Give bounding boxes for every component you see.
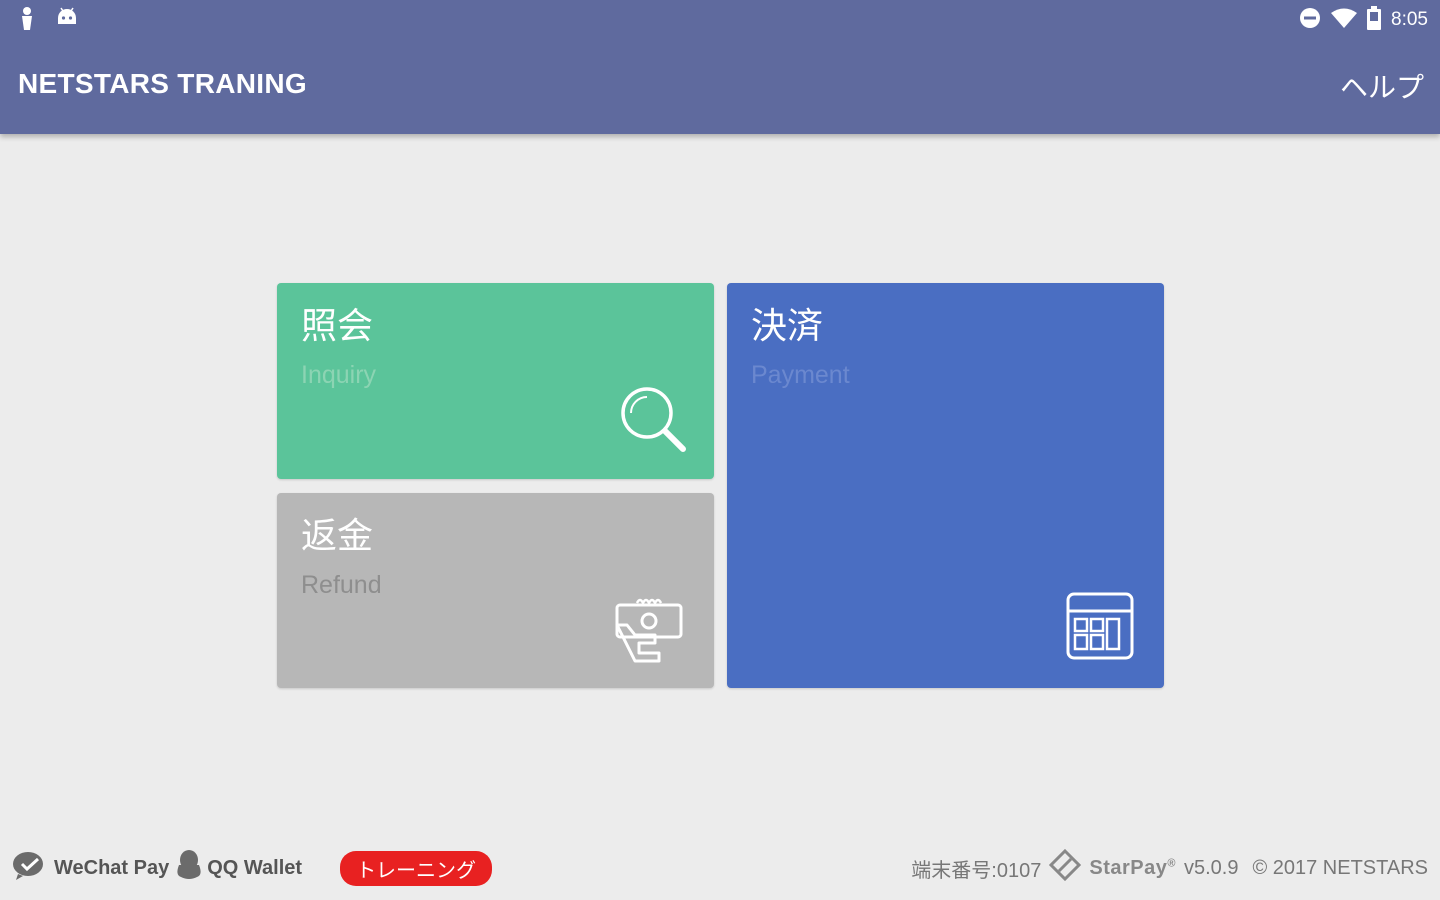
refund-subtitle: Refund xyxy=(301,571,382,599)
wechat-icon xyxy=(12,850,48,886)
payment-title: 決済 xyxy=(751,306,824,347)
wechat-label: WeChat Pay xyxy=(54,856,170,879)
payment-subtitle: Payment xyxy=(751,361,850,389)
inquiry-tile[interactable]: 照会 Inquiry xyxy=(277,283,714,479)
status-bar: 8:05 xyxy=(0,0,1440,38)
calculator-icon xyxy=(1065,591,1135,665)
version-label: v5.0.9 xyxy=(1183,856,1239,879)
battery-icon xyxy=(1367,6,1382,34)
cash-hand-icon xyxy=(613,593,685,667)
copyright-label: © 2017 NETSTARS xyxy=(1252,856,1428,879)
payment-tile[interactable]: 決済 Payment xyxy=(727,283,1164,688)
status-time: 8:05 xyxy=(1391,9,1428,30)
qq-icon xyxy=(175,849,203,887)
do-not-disturb-icon xyxy=(1299,7,1321,33)
inquiry-title: 照会 xyxy=(301,306,374,347)
training-badge: トレーニング xyxy=(340,850,493,886)
starpay-brand: StarPay® xyxy=(1089,857,1176,880)
qq-label: QQ Wallet xyxy=(207,856,303,879)
app-bar: 8:05 NETSTARS TRANING ヘルプ xyxy=(0,0,1440,134)
starpay-logo-icon xyxy=(1049,848,1082,887)
payment-methods: WeChat Pay QQ Wallet トレーニング xyxy=(12,849,493,887)
refund-title: 返金 xyxy=(301,516,374,557)
magnifier-icon xyxy=(617,383,689,459)
help-button[interactable]: ヘルプ xyxy=(1340,66,1424,106)
starpay-brand-mark: ® xyxy=(1167,856,1176,869)
inquiry-subtitle: Inquiry xyxy=(301,361,377,389)
wifi-icon xyxy=(1331,8,1358,32)
notification-icon xyxy=(18,6,36,36)
starpay-brand-name: StarPay xyxy=(1089,856,1168,879)
terminal-number: 端末番号:0107 xyxy=(911,859,1042,882)
refund-tile[interactable]: 返金 Refund xyxy=(277,493,714,688)
app-title: NETSTARS TRANING xyxy=(18,68,307,99)
footer-info: 端末番号:0107 StarPay® v5.0.9 © 2017 NETSTAR… xyxy=(911,848,1428,887)
android-icon xyxy=(56,6,78,36)
